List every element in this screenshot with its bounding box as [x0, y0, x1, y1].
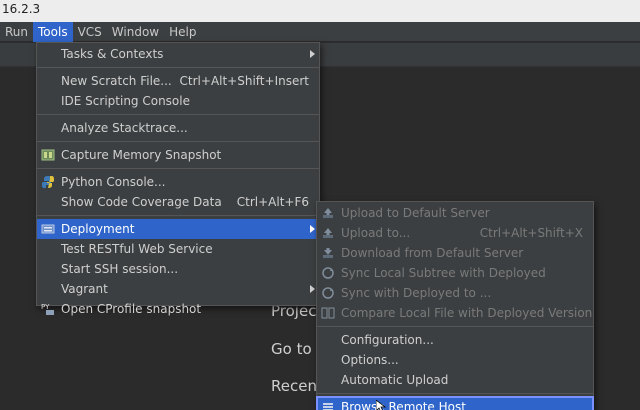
menu-item-sync-local-subtree[interactable]: Sync Local Subtree with Deployed	[317, 263, 593, 283]
menu-item-analyze-stacktrace[interactable]: Analyze Stacktrace...	[37, 118, 319, 138]
window-title-bar: 16.2.3	[0, 0, 640, 22]
python-icon	[42, 176, 54, 188]
menu-item-test-restful[interactable]: Test RESTful Web Service	[37, 239, 319, 259]
menu-item-show-code-coverage[interactable]: Show Code Coverage Data Ctrl+Alt+F6	[37, 192, 319, 212]
menu-item-compare-local-file[interactable]: Compare Local File with Deployed Version	[317, 303, 593, 323]
submenu-arrow-icon	[310, 50, 315, 58]
menu-item-shortcut: Ctrl+Alt+Shift+X	[479, 226, 583, 240]
menu-item-label: Start SSH session...	[61, 262, 179, 276]
menu-item-deployment[interactable]: Deployment	[37, 219, 319, 239]
submenu-arrow-icon	[310, 285, 315, 293]
menu-item-shortcut: Ctrl+Alt+F6	[236, 195, 309, 209]
tools-menu: Tasks & Contexts New Scratch File... Ctr…	[36, 42, 320, 316]
menu-help[interactable]: Help	[164, 22, 201, 42]
menu-item-configuration[interactable]: Configuration...	[317, 330, 593, 350]
menu-item-label: New Scratch File...	[61, 74, 172, 88]
menu-separator	[37, 67, 319, 68]
menu-item-upload-to[interactable]: Upload to... Ctrl+Alt+Shift+X	[317, 223, 593, 243]
menu-item-label: Browse Remote Host	[341, 400, 466, 410]
menu-item-label: Tasks & Contexts	[61, 47, 164, 61]
menu-item-label: Sync with Deployed to ...	[341, 286, 492, 300]
menu-item-ide-scripting-console[interactable]: IDE Scripting Console	[37, 91, 319, 111]
menu-item-tasks-contexts[interactable]: Tasks & Contexts	[37, 44, 319, 64]
menu-item-label: Sync Local Subtree with Deployed	[341, 266, 546, 280]
menu-item-upload-default-server[interactable]: Upload to Default Server	[317, 203, 593, 223]
menu-separator	[37, 215, 319, 216]
menu-item-label: Analyze Stacktrace...	[61, 121, 188, 135]
menu-item-capture-memory-snapshot[interactable]: Capture Memory Snapshot	[37, 145, 319, 165]
menu-item-new-scratch-file[interactable]: New Scratch File... Ctrl+Alt+Shift+Inser…	[37, 71, 319, 91]
menu-item-vagrant[interactable]: Vagrant	[37, 279, 319, 299]
menu-tools[interactable]: Tools	[33, 21, 73, 42]
menu-item-label: Upload to...	[341, 226, 411, 240]
menu-run[interactable]: Run	[0, 22, 33, 42]
cprofile-icon: PY	[41, 303, 54, 315]
menu-item-label: Test RESTful Web Service	[61, 242, 213, 256]
menu-item-label: Configuration...	[341, 333, 434, 347]
menu-vcs[interactable]: VCS	[73, 22, 107, 42]
menu-item-label: Show Code Coverage Data	[61, 195, 222, 209]
menu-item-options[interactable]: Options...	[317, 350, 593, 370]
menu-item-label: IDE Scripting Console	[61, 94, 190, 108]
menu-item-automatic-upload[interactable]: Automatic Upload	[317, 370, 593, 390]
menu-item-label: Download from Default Server	[341, 246, 524, 260]
submenu-arrow-icon	[310, 225, 315, 233]
menu-item-label: Upload to Default Server	[341, 206, 490, 220]
menu-item-download-default-server[interactable]: Download from Default Server	[317, 243, 593, 263]
mouse-cursor-icon	[376, 400, 386, 410]
download-icon	[323, 248, 333, 258]
menu-bar: Run Tools VCS Window Help	[0, 21, 640, 42]
menu-separator	[317, 326, 593, 327]
welcome-recent-text[interactable]: Recen	[271, 377, 317, 395]
menu-item-label: Deployment	[61, 222, 135, 236]
svg-text:PY: PY	[41, 303, 50, 311]
sync-icon	[322, 267, 334, 279]
menu-item-start-ssh-session[interactable]: Start SSH session...	[37, 259, 319, 279]
menu-item-python-console[interactable]: Python Console...	[37, 172, 319, 192]
upload-icon	[323, 208, 333, 218]
menu-item-label: Open CProfile snapshot	[61, 302, 202, 316]
menu-item-browse-remote-host[interactable]: Browse Remote Host	[316, 396, 594, 410]
menu-separator	[37, 114, 319, 115]
menu-item-label: Compare Local File with Deployed Version	[341, 306, 593, 320]
deployment-icon	[41, 224, 55, 234]
menu-item-shortcut: Ctrl+Alt+Shift+Insert	[179, 74, 309, 88]
menu-item-label: Automatic Upload	[341, 373, 449, 387]
menu-item-label: Vagrant	[61, 282, 108, 296]
menu-item-label: Options...	[341, 353, 399, 367]
menu-item-open-cprofile[interactable]: PY Open CProfile snapshot	[37, 299, 319, 319]
window-title: 16.2.3	[2, 2, 41, 16]
upload-icon	[323, 228, 333, 238]
menu-separator	[37, 141, 319, 142]
menu-separator	[37, 168, 319, 169]
memory-snapshot-icon	[41, 149, 55, 161]
menu-item-label: Python Console...	[61, 175, 166, 189]
menu-separator	[317, 393, 593, 394]
welcome-goto-text[interactable]: Go to	[271, 340, 312, 358]
compare-icon	[321, 307, 335, 319]
menu-item-label: Capture Memory Snapshot	[61, 148, 222, 162]
menu-window[interactable]: Window	[107, 22, 164, 42]
remote-host-icon	[323, 403, 333, 410]
deployment-submenu: Upload to Default Server Upload to... Ct…	[316, 201, 594, 410]
sync-icon	[322, 287, 334, 299]
menu-item-sync-with-deployed[interactable]: Sync with Deployed to ...	[317, 283, 593, 303]
